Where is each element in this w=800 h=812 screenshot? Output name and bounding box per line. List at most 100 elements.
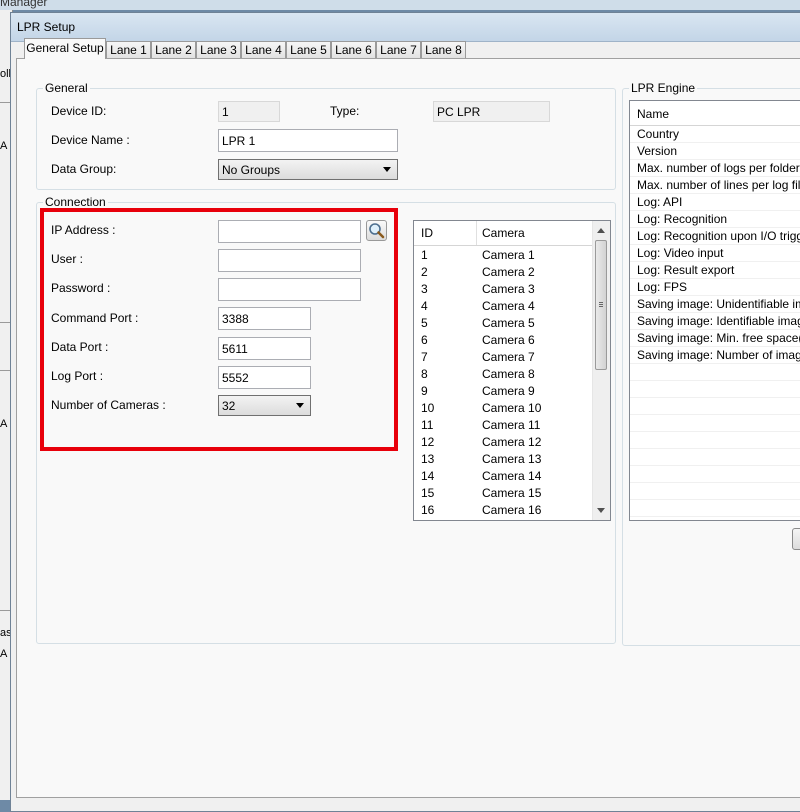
list-item[interactable] <box>630 483 800 500</box>
grip-line <box>599 304 603 305</box>
tab-lane-2[interactable]: Lane 2 <box>151 41 196 58</box>
engine-setting-name: Saving image: Identifiable image <box>637 314 800 328</box>
list-item[interactable]: Max. number of lines per log file <box>630 177 800 194</box>
table-row[interactable]: 12 Camera 12 <box>414 434 592 451</box>
tab-lane-5[interactable]: Lane 5 <box>286 41 331 58</box>
list-item[interactable]: Log: Video input <box>630 245 800 262</box>
camera-id-cell: 6 <box>421 333 428 347</box>
list-item[interactable] <box>630 432 800 449</box>
highlight-box <box>40 208 398 451</box>
engine-setting-name: Log: API <box>637 195 683 209</box>
device-name-input[interactable]: LPR 1 <box>218 129 398 152</box>
column-header-id[interactable]: ID <box>421 226 433 240</box>
engine-setting-name: Max. number of lines per log file <box>637 178 800 192</box>
list-item[interactable]: Log: FPS <box>630 279 800 296</box>
table-row[interactable]: 3 Camera 3 <box>414 281 592 298</box>
background-text: A <box>0 140 8 152</box>
camera-name-cell: Camera 8 <box>482 367 535 381</box>
list-item[interactable] <box>630 398 800 415</box>
list-item[interactable]: Saving image: Unidentifiable image <box>630 296 800 313</box>
table-row[interactable]: 11 Camera 11 <box>414 417 592 434</box>
list-item[interactable]: Saving image: Identifiable image <box>630 313 800 330</box>
camera-name-cell: Camera 16 <box>482 503 542 517</box>
engine-setting-name: Log: Recognition upon I/O trigger <box>637 229 800 243</box>
camera-id-cell: 1 <box>421 248 428 262</box>
engine-setting-name: Saving image: Number of images ... <box>637 348 800 362</box>
general-group-title: General <box>43 81 90 95</box>
engine-setting-name: Log: FPS <box>637 280 688 294</box>
engine-setting-name: Log: Result export <box>637 263 735 277</box>
table-row[interactable]: 5 Camera 5 <box>414 315 592 332</box>
camera-name-cell: Camera 12 <box>482 435 542 449</box>
camera-list[interactable]: ID Camera 1 Camera 1 2 Camera 2 3 Camera 3 4 Ca… <box>413 220 611 521</box>
window-title: LPR Setup <box>17 20 76 34</box>
type-field: PC LPR <box>433 101 550 122</box>
camera-id-cell: 4 <box>421 299 428 313</box>
table-row[interactable]: 7 Camera 7 <box>414 349 592 366</box>
list-item[interactable]: Country <box>630 126 800 143</box>
data-group-label: Data Group: <box>51 162 117 176</box>
list-item[interactable] <box>630 466 800 483</box>
tab-lane-3[interactable]: Lane 3 <box>196 41 241 58</box>
scroll-down-arrow-icon[interactable] <box>597 508 605 513</box>
camera-name-cell: Camera 3 <box>482 282 535 296</box>
tab-general-setup[interactable]: General Setup <box>24 38 106 59</box>
scroll-up-arrow-icon[interactable] <box>597 228 605 233</box>
table-row[interactable]: 14 Camera 14 <box>414 468 592 485</box>
list-item[interactable]: Max. number of logs per folder <box>630 160 800 177</box>
camera-id-cell: 7 <box>421 350 428 364</box>
tab-lane-7[interactable]: Lane 7 <box>376 41 421 58</box>
list-item[interactable] <box>630 364 800 381</box>
table-row[interactable]: 15 Camera 15 <box>414 485 592 502</box>
list-item[interactable]: Saving image: Number of images ... <box>630 347 800 364</box>
list-item[interactable]: Log: Recognition upon I/O trigger <box>630 228 800 245</box>
engine-setting-name: Saving image: Unidentifiable image <box>637 297 800 311</box>
device-name-label: Device Name : <box>51 133 130 147</box>
list-item[interactable] <box>630 381 800 398</box>
background-text: A <box>0 418 8 430</box>
column-header-camera[interactable]: Camera <box>482 226 525 240</box>
table-row[interactable]: 2 Camera 2 <box>414 264 592 281</box>
window-titlebar[interactable]: LPR Setup <box>11 13 800 42</box>
engine-setting-name: Log: Video input <box>637 246 724 260</box>
camera-name-cell: Camera 7 <box>482 350 535 364</box>
list-item[interactable] <box>630 449 800 466</box>
list-item[interactable]: Version <box>630 143 800 160</box>
list-item[interactable]: Log: Recognition <box>630 211 800 228</box>
list-item[interactable]: Log: Result export <box>630 262 800 279</box>
table-row[interactable]: 1 Camera 1 <box>414 247 592 264</box>
table-row[interactable]: 8 Camera 8 <box>414 366 592 383</box>
table-row[interactable]: 13 Camera 13 <box>414 451 592 468</box>
lpr-engine-list[interactable]: Name Country Version Max. number of logs p… <box>629 100 800 521</box>
column-header-name[interactable]: Name <box>637 107 669 121</box>
table-row[interactable]: 4 Camera 4 <box>414 298 592 315</box>
camera-name-cell: Camera 11 <box>482 418 541 432</box>
camera-id-cell: 10 <box>421 401 435 415</box>
list-item[interactable] <box>630 415 800 432</box>
type-label: Type: <box>330 104 360 118</box>
table-row[interactable]: 16 Camera 16 <box>414 502 592 519</box>
camera-list-scrollbar[interactable] <box>592 221 610 520</box>
tab-lane-8[interactable]: Lane 8 <box>421 41 466 58</box>
tab-lane-1[interactable]: Lane 1 <box>106 41 151 58</box>
list-item[interactable]: Log: API <box>630 194 800 211</box>
tab-lane-4[interactable]: Lane 4 <box>241 41 286 58</box>
table-row[interactable]: 9 Camera 9 <box>414 383 592 400</box>
tab-lane-6[interactable]: Lane 6 <box>331 41 376 58</box>
camera-name-cell: Camera 5 <box>482 316 535 330</box>
data-group-select[interactable]: No Groups <box>218 159 398 180</box>
camera-id-cell: 13 <box>421 452 435 466</box>
camera-id-cell: 12 <box>421 435 435 449</box>
scroll-thumb[interactable] <box>595 240 607 370</box>
camera-id-cell: 9 <box>421 384 428 398</box>
table-row[interactable]: 10 Camera 10 <box>414 400 592 417</box>
camera-name-cell: Camera 2 <box>482 265 535 279</box>
table-row[interactable]: 6 Camera 6 <box>414 332 592 349</box>
device-id-field: 1 <box>218 101 280 122</box>
list-item[interactable] <box>630 500 800 517</box>
engine-action-button[interactable] <box>792 528 800 550</box>
engine-setting-name: Version <box>637 144 678 158</box>
background-window-titlebar: Manager <box>0 0 800 10</box>
list-item[interactable]: Saving image: Min. free space(MB) <box>630 330 800 347</box>
camera-list-header: ID Camera <box>414 221 592 246</box>
